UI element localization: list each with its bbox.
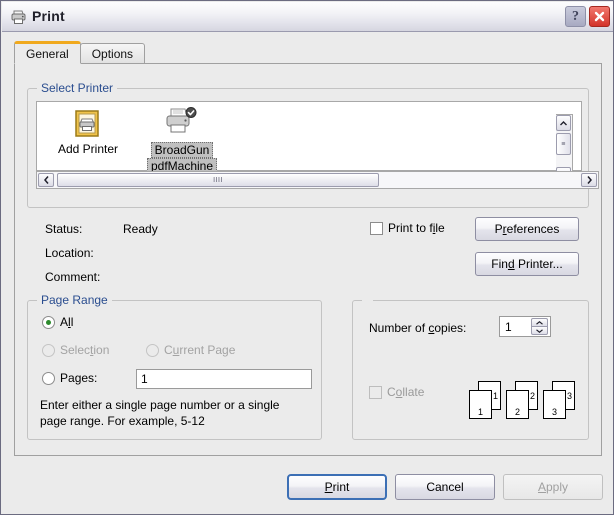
window-title: Print [32, 8, 65, 24]
printer-item-broadgun-pdfmachine[interactable]: BroadGun pdfMachine [143, 106, 221, 174]
select-printer-group-title: Select Printer [37, 81, 117, 95]
radio-circle-icon [146, 344, 159, 357]
apply-button: Apply [503, 474, 603, 500]
radio-pages[interactable]: Pages: [42, 371, 97, 385]
collate-set: 2 2 [506, 381, 538, 421]
copies-group-title [362, 293, 373, 307]
page-range-group-title: Page Range [37, 293, 112, 307]
scrollbar-grip: IIII [213, 177, 223, 184]
radio-selection-label: Selection [60, 343, 109, 357]
scroll-right-button[interactable] [581, 173, 597, 187]
number-of-copies-label: Number of copies: [369, 321, 466, 335]
title-bar-buttons: ? [565, 6, 610, 27]
printer-list-horizontal-scrollbar[interactable]: IIII [36, 171, 599, 189]
print-button[interactable]: Print [287, 474, 387, 500]
print-to-file-checkbox[interactable]: Print to file [370, 221, 445, 235]
page-range-group: Page Range All Selection Current Page Pa… [27, 300, 322, 440]
pages-input-value: 1 [141, 372, 148, 386]
close-icon [593, 10, 606, 23]
tab-panel-general: Select Printer Add Printer [14, 63, 602, 456]
printer-icon [10, 9, 27, 26]
tab-options[interactable]: Options [80, 43, 145, 64]
tab-strip: General Options [14, 41, 145, 64]
printer-list[interactable]: Add Printer [36, 101, 582, 171]
collate-set: 3 3 [543, 381, 575, 421]
checkbox-box-icon [369, 386, 382, 399]
cancel-button-label: Cancel [426, 480, 463, 494]
radio-current-page-label: Current Page [164, 343, 235, 357]
radio-all[interactable]: All [42, 315, 73, 329]
location-label: Location: [45, 246, 94, 260]
tab-general[interactable]: General [14, 41, 81, 64]
pages-input[interactable]: 1 [136, 369, 312, 389]
help-button[interactable]: ? [565, 6, 586, 27]
radio-circle-icon [42, 344, 55, 357]
number-of-copies-spinner[interactable] [531, 318, 548, 335]
page-range-hint: Enter either a single page number or a s… [40, 397, 305, 429]
printer-default-icon [143, 106, 221, 142]
status-value: Ready [123, 222, 158, 236]
chevron-up-icon [536, 321, 543, 325]
collate-page-front: 2 [506, 390, 529, 419]
collate-label: Collate [387, 385, 424, 399]
cancel-button[interactable]: Cancel [395, 474, 495, 500]
tab-general-label: General [26, 47, 69, 61]
printer-label-line: BroadGun [151, 142, 214, 158]
collate-page-front: 1 [469, 390, 492, 419]
number-of-copies-input[interactable]: 1 [499, 316, 551, 337]
add-printer-icon [49, 106, 127, 142]
spinner-up-button[interactable] [531, 318, 548, 326]
radio-current-page: Current Page [146, 343, 235, 357]
copies-group: Number of copies: 1 Collate 1 [352, 300, 589, 440]
radio-pages-label: Pages: [60, 371, 97, 385]
print-button-label: Print [325, 480, 350, 494]
collate-set: 1 1 [469, 381, 501, 421]
chevron-right-icon [587, 176, 592, 184]
radio-all-label: All [60, 315, 73, 329]
spinner-down-button[interactable] [531, 326, 548, 335]
printer-item-label: Add Printer [49, 142, 127, 156]
preferences-button-label: Preferences [495, 222, 560, 236]
printer-item-add-printer[interactable]: Add Printer [49, 106, 127, 156]
collate-preview: 1 1 2 2 3 3 [469, 381, 577, 423]
scrollbar-thumb-vertical[interactable]: ≡ [556, 133, 571, 155]
print-to-file-label: Print to file [388, 221, 445, 235]
title-bar: Print ? [2, 2, 614, 32]
chevron-up-icon [560, 121, 567, 126]
scrollbar-grip: ≡ [561, 141, 566, 148]
radio-circle-icon [42, 372, 55, 385]
radio-circle-icon [42, 316, 55, 329]
find-printer-button-label: Find Printer... [491, 257, 562, 271]
tab-options-label: Options [92, 47, 133, 61]
collate-page-front: 3 [543, 390, 566, 419]
question-mark-icon: ? [572, 9, 579, 25]
checkbox-box-icon [370, 222, 383, 235]
chevron-down-icon [536, 329, 543, 333]
scroll-up-button[interactable] [556, 115, 571, 131]
printer-item-label: BroadGun pdfMachine [143, 142, 221, 174]
preferences-button[interactable]: Preferences [475, 217, 579, 241]
print-dialog: Print ? General Options Select Printer [0, 0, 614, 515]
select-printer-group: Select Printer Add Printer [27, 88, 589, 208]
scrollbar-thumb-horizontal[interactable]: IIII [57, 173, 379, 187]
scroll-left-button[interactable] [38, 173, 54, 187]
close-button[interactable] [589, 6, 610, 27]
chevron-left-icon [44, 176, 49, 184]
apply-button-label: Apply [538, 480, 568, 494]
find-printer-button[interactable]: Find Printer... [475, 252, 579, 276]
comment-label: Comment: [45, 270, 100, 284]
radio-selection: Selection [42, 343, 109, 357]
number-of-copies-value: 1 [505, 320, 512, 334]
printer-label-line: Add Printer [56, 142, 120, 156]
status-label: Status: [45, 222, 82, 236]
collate-checkbox: Collate [369, 385, 424, 399]
